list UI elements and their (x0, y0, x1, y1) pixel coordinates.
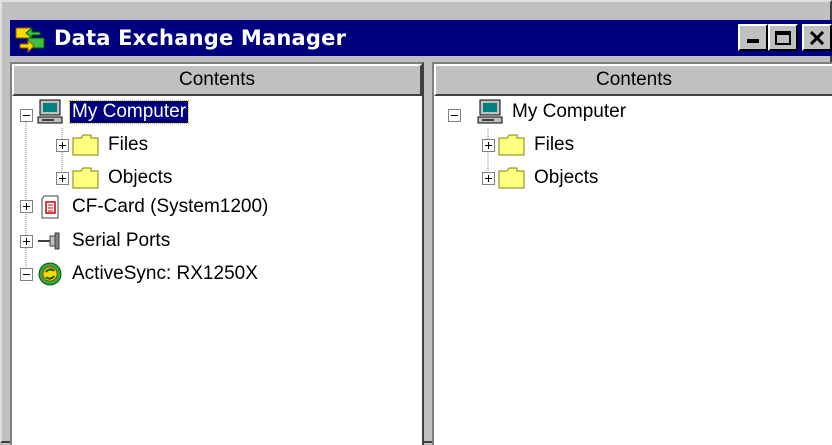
activesync-collapse-toggle[interactable] (20, 268, 33, 281)
maximize-icon (775, 30, 791, 45)
tree-item-label: Files (108, 134, 149, 155)
title-bar[interactable]: Data Exchange Manager (10, 20, 832, 56)
right-tree: My Computer Files Objects (434, 96, 832, 436)
tree-item-cf-card[interactable]: CF-Card (System1200) (34, 192, 270, 222)
right-tree-pane[interactable]: Contents My Computer Files Objects (432, 62, 832, 445)
close-button[interactable] (802, 24, 832, 51)
right-contents-header[interactable]: Contents (434, 64, 832, 96)
tree-item-files[interactable]: Files (70, 130, 150, 160)
right-tree-item-objects[interactable]: Objects (496, 163, 600, 193)
objects-expand-toggle[interactable] (56, 172, 69, 185)
folder-icon (72, 134, 99, 156)
right-my-computer-collapse-toggle[interactable] (448, 109, 461, 122)
app-window: Data Exchange Manager Contents My Comput… (0, 0, 832, 445)
minimize-icon (747, 39, 759, 43)
cf-card-icon (41, 195, 59, 219)
tree-item-label: My Computer (512, 101, 627, 122)
right-tree-item-files[interactable]: Files (496, 130, 576, 160)
window-controls (738, 24, 832, 51)
close-icon (809, 30, 825, 45)
tree-item-label: CF-Card (System1200) (72, 196, 269, 217)
folder-icon (72, 167, 99, 189)
left-contents-header[interactable]: Contents (12, 64, 422, 96)
serial-port-icon (38, 232, 60, 250)
serial-ports-expand-toggle[interactable] (20, 235, 33, 248)
files-expand-toggle[interactable] (56, 139, 69, 152)
computer-icon (37, 99, 63, 124)
tree-item-label: My Computer (68, 100, 190, 124)
folder-icon (498, 167, 525, 189)
computer-icon (477, 99, 503, 124)
data-exchange-app-icon (15, 26, 45, 54)
right-files-expand-toggle[interactable] (482, 139, 495, 152)
tree-item-label: Objects (534, 167, 599, 188)
left-tree-pane[interactable]: Contents My Computer Files Objects CF-Ca… (10, 62, 424, 445)
maximize-button[interactable] (768, 24, 798, 51)
folder-icon (498, 134, 525, 156)
right-objects-expand-toggle[interactable] (482, 172, 495, 185)
minimize-button[interactable] (738, 24, 768, 51)
tree-item-label: Serial Ports (72, 230, 171, 251)
my-computer-collapse-toggle[interactable] (20, 109, 33, 122)
left-tree: My Computer Files Objects CF-Card (Syste… (12, 96, 422, 436)
tree-item-my-computer[interactable]: My Computer (34, 97, 190, 127)
tree-item-label: Files (534, 134, 575, 155)
tree-item-objects[interactable]: Objects (70, 163, 174, 193)
window-title: Data Exchange Manager (54, 26, 347, 50)
tree-item-label: Objects (108, 167, 173, 188)
tree-item-label: ActiveSync: RX1250X (72, 263, 258, 284)
activesync-icon (38, 262, 62, 286)
cf-card-expand-toggle[interactable] (20, 200, 33, 213)
tree-item-serial-ports[interactable]: Serial Ports (34, 226, 172, 256)
tree-item-activesync[interactable]: ActiveSync: RX1250X (34, 259, 260, 289)
right-tree-item-my-computer[interactable]: My Computer (474, 97, 628, 127)
